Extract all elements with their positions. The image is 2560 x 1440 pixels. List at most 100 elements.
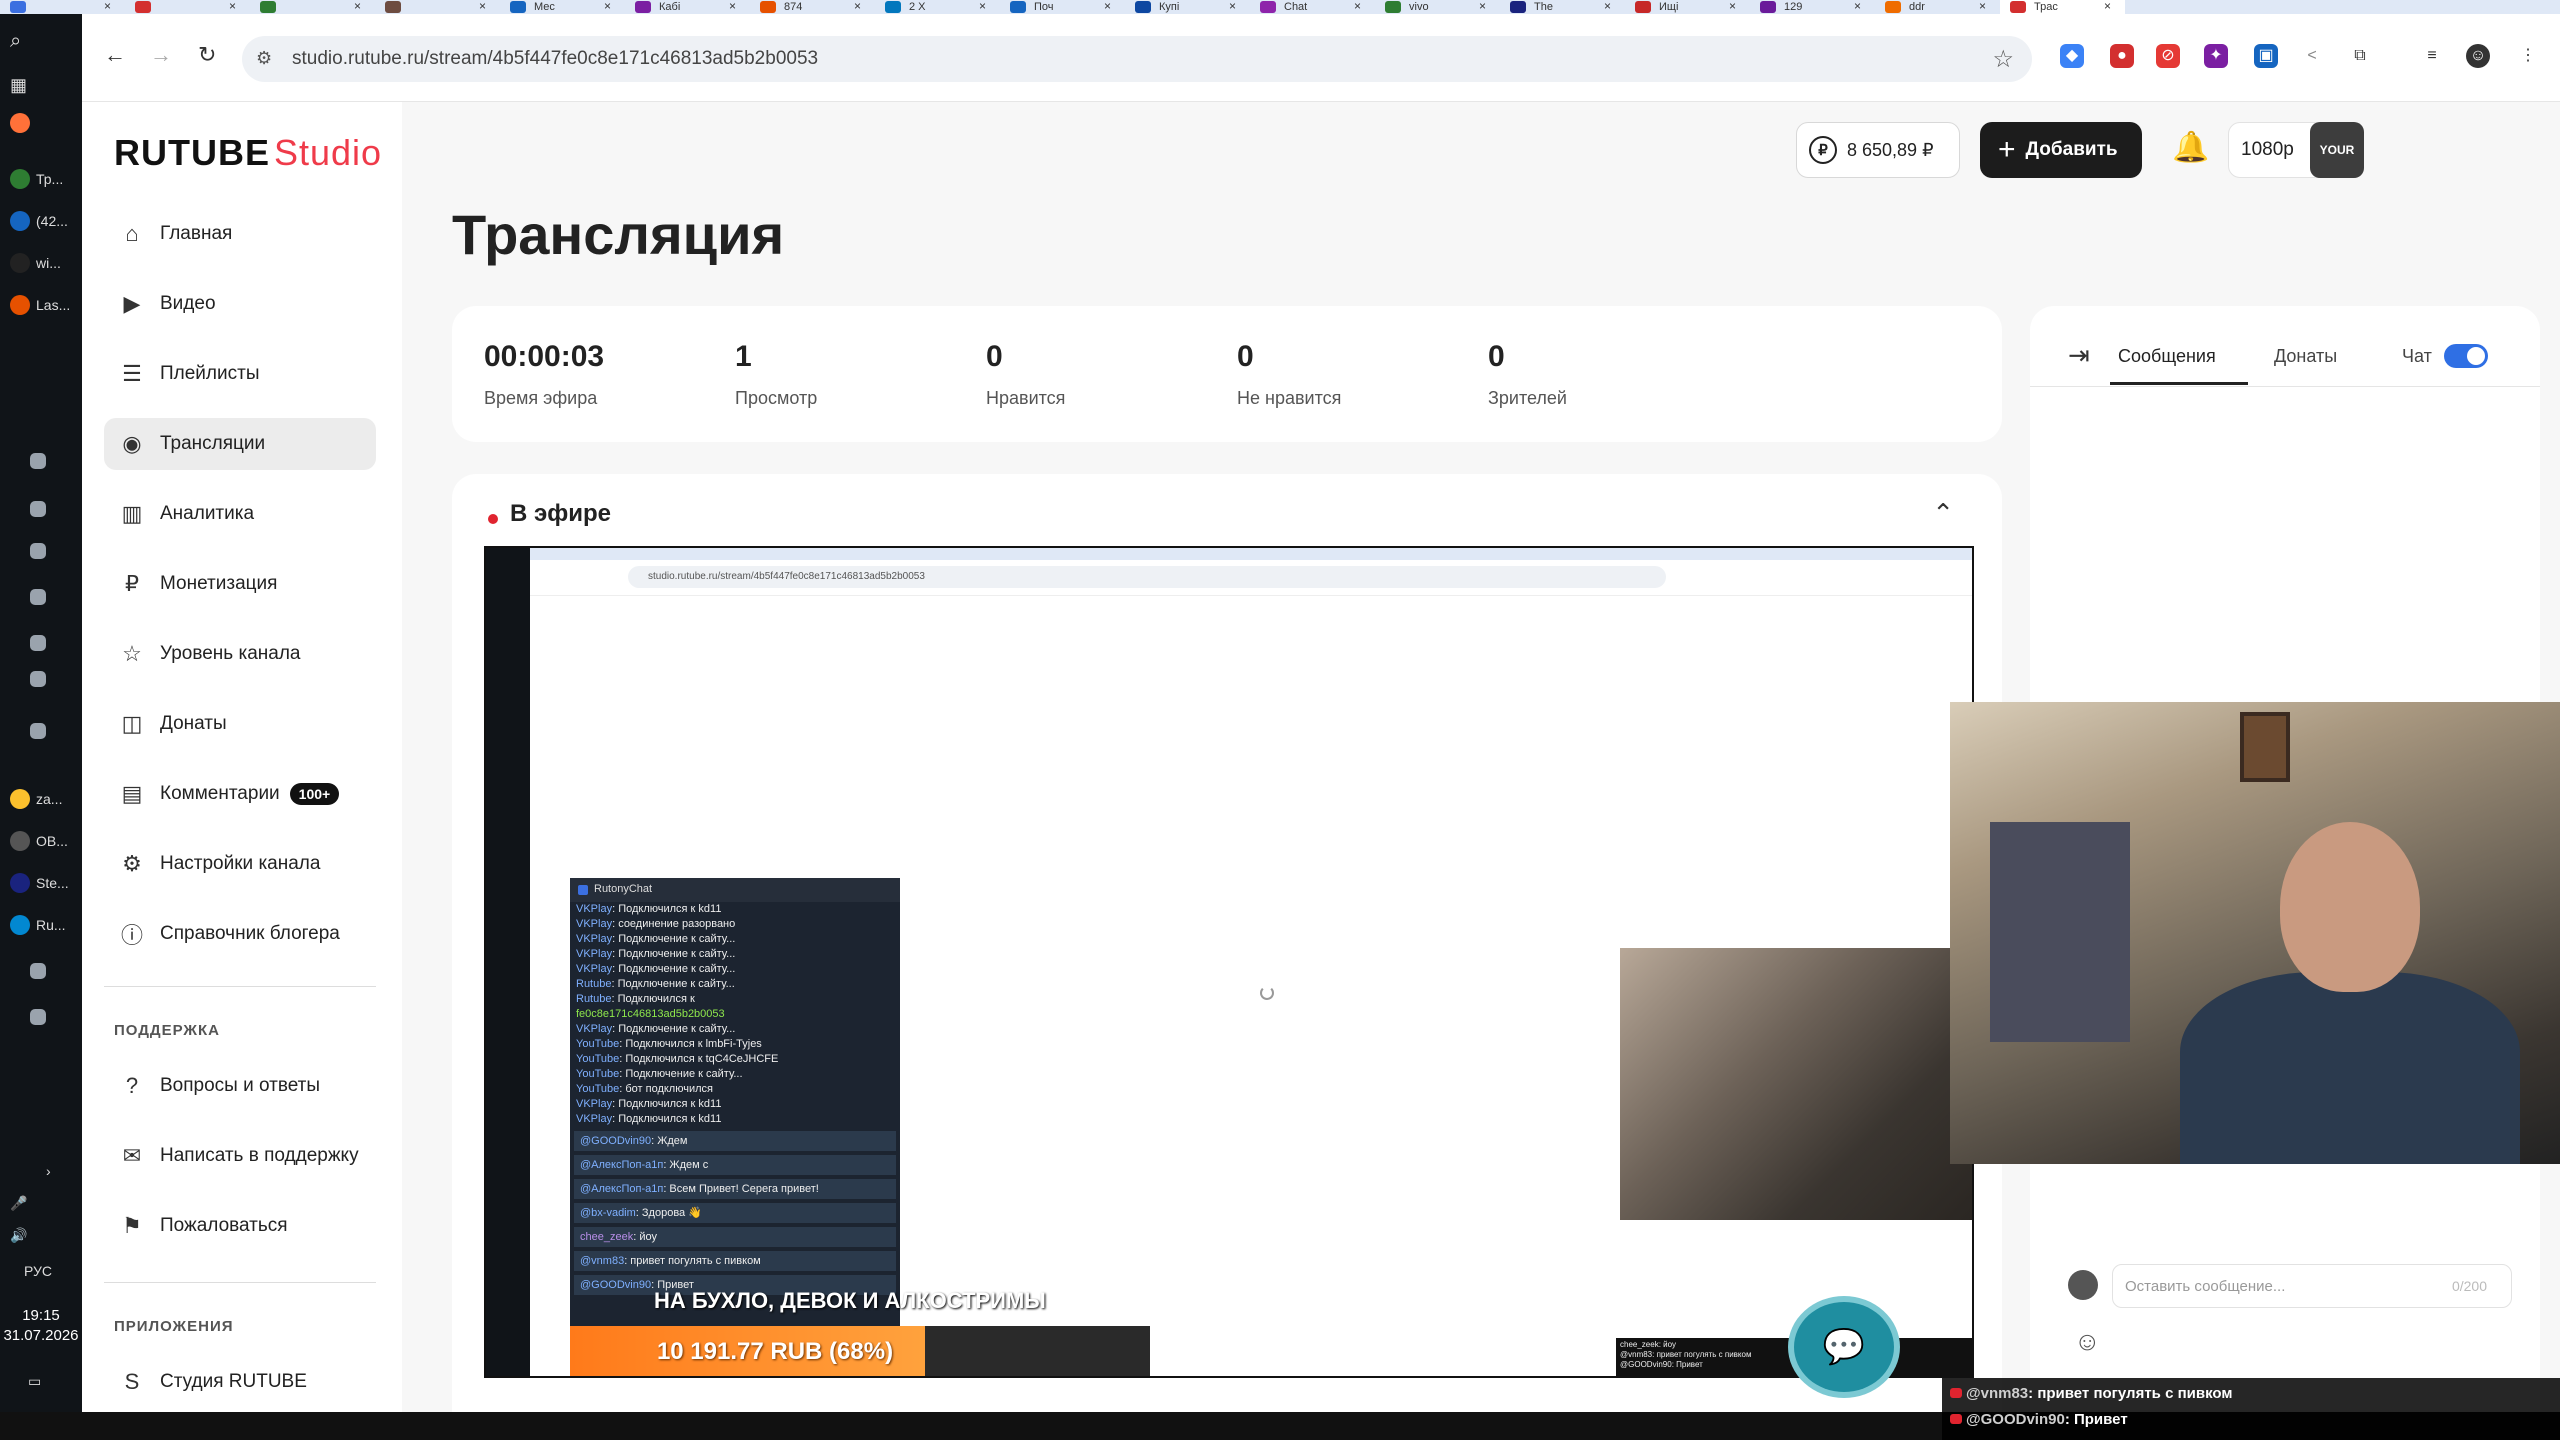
avatar[interactable]: YOUR bbox=[2310, 122, 2364, 178]
tab-close-icon[interactable]: × bbox=[1854, 0, 1861, 12]
browser-tab[interactable]: The × bbox=[1500, 0, 1625, 14]
site-info-icon[interactable]: ⚙ bbox=[256, 48, 272, 69]
emoji-icon[interactable]: ☺ bbox=[2074, 1326, 2101, 1357]
media-icon[interactable]: ≡ bbox=[2420, 44, 2444, 68]
stream-preview[interactable]: studio.rutube.ru/stream/4b5f447fe0c8e171… bbox=[484, 546, 1974, 1378]
share-icon[interactable]: < bbox=[2300, 44, 2324, 68]
tab-donates[interactable]: Донаты bbox=[2274, 346, 2337, 367]
browser-tab[interactable]: Купі × bbox=[1125, 0, 1250, 14]
os-app-icon[interactable] bbox=[0, 492, 82, 526]
sidebar-item-streams[interactable]: ◉ Трансляции bbox=[104, 418, 376, 470]
os-taskbar-item[interactable]: wi... bbox=[0, 246, 82, 280]
os-app-icon[interactable] bbox=[0, 534, 82, 568]
rutube-studio-logo[interactable]: RUTUBE Studio bbox=[114, 132, 382, 174]
sidebar-item-donates[interactable]: ◫ Донаты bbox=[104, 698, 376, 750]
bookmark-star-icon[interactable]: ☆ bbox=[1992, 45, 2014, 74]
tab-close-icon[interactable]: × bbox=[104, 0, 111, 12]
browser-tab[interactable]: Кабі × bbox=[625, 0, 750, 14]
browser-tab[interactable]: 2 Х × bbox=[875, 0, 1000, 14]
sidebar-item-studio-app[interactable]: S Студия RUTUBE bbox=[104, 1356, 376, 1408]
forward-icon[interactable]: → bbox=[150, 44, 172, 66]
os-app-icon[interactable] bbox=[0, 954, 82, 988]
browser-tab[interactable]: × bbox=[375, 0, 500, 14]
tab-close-icon[interactable]: × bbox=[1479, 0, 1486, 12]
os-app-icon[interactable] bbox=[0, 580, 82, 614]
sidebar-item-monetization[interactable]: ₽ Монетизация bbox=[104, 558, 376, 610]
tab-close-icon[interactable]: × bbox=[229, 0, 236, 12]
tab-close-icon[interactable]: × bbox=[979, 0, 986, 12]
os-taskbar-item[interactable]: Las... bbox=[0, 288, 82, 322]
os-app-icon[interactable] bbox=[0, 662, 82, 696]
os-app-icon[interactable] bbox=[0, 1000, 82, 1034]
address-bar[interactable]: ⚙ studio.rutube.ru/stream/4b5f447fe0c8e1… bbox=[242, 36, 2032, 82]
os-language[interactable]: РУС bbox=[0, 1254, 82, 1288]
os-app-icon[interactable] bbox=[0, 106, 82, 140]
os-app-icon[interactable] bbox=[0, 714, 82, 748]
os-mic-icon[interactable]: 🎤 bbox=[0, 1186, 82, 1220]
sidebar-item-faq[interactable]: ? Вопросы и ответы bbox=[104, 1060, 376, 1112]
collapse-panel-icon[interactable]: ⇥ bbox=[2068, 340, 2090, 371]
tab-close-icon[interactable]: × bbox=[2104, 0, 2111, 12]
browser-tab[interactable]: ddr × bbox=[1875, 0, 2000, 14]
browser-tab[interactable]: × bbox=[250, 0, 375, 14]
profile-icon[interactable]: ☺ bbox=[2466, 44, 2490, 68]
chat-message-input[interactable]: Оставить сообщение... 0/200 bbox=[2112, 1264, 2512, 1308]
sidebar-item-video[interactable]: ▶ Видео bbox=[104, 278, 376, 330]
extensions-puzzle-icon[interactable]: ⧉ bbox=[2348, 44, 2372, 68]
tab-close-icon[interactable]: × bbox=[1979, 0, 1986, 12]
chat-toggle[interactable] bbox=[2444, 344, 2488, 368]
os-taskbar-item[interactable]: Ru... bbox=[0, 908, 82, 942]
extension-icon[interactable]: ⊘ bbox=[2156, 44, 2180, 68]
os-volume-icon[interactable]: 🔊 bbox=[0, 1218, 82, 1252]
tab-messages[interactable]: Сообщения bbox=[2118, 346, 2216, 367]
os-taskview-icon[interactable]: ▦ bbox=[0, 68, 82, 102]
extension-icon[interactable]: ◆ bbox=[2060, 44, 2084, 68]
tab-close-icon[interactable]: × bbox=[479, 0, 486, 12]
os-app-icon[interactable] bbox=[0, 626, 82, 660]
os-taskbar-item[interactable]: Тр... bbox=[0, 162, 82, 196]
add-button[interactable]: + Добавить bbox=[1980, 122, 2142, 178]
sidebar-item-analytics[interactable]: ▥ Аналитика bbox=[104, 488, 376, 540]
os-taskbar-item[interactable]: Ste... bbox=[0, 866, 82, 900]
sidebar-item-comments[interactable]: ▤ Комментарии 100+ bbox=[104, 768, 376, 820]
tab-close-icon[interactable]: × bbox=[729, 0, 736, 12]
collapse-chevron-up-icon[interactable]: ⌃ bbox=[1932, 498, 1954, 529]
browser-tab[interactable]: 129 × bbox=[1750, 0, 1875, 14]
sidebar-item-channel-settings[interactable]: ⚙ Настройки канала bbox=[104, 838, 376, 890]
tab-close-icon[interactable]: × bbox=[1604, 0, 1611, 12]
browser-tab[interactable]: Трас × bbox=[2000, 0, 2125, 14]
browser-tab[interactable]: × bbox=[0, 0, 125, 14]
balance-button[interactable]: ₽8 650,89 ₽ bbox=[1796, 122, 1960, 178]
tab-close-icon[interactable]: × bbox=[354, 0, 361, 12]
os-taskbar-item[interactable]: za... bbox=[0, 782, 82, 816]
browser-tab[interactable]: Поч × bbox=[1000, 0, 1125, 14]
tab-close-icon[interactable]: × bbox=[854, 0, 861, 12]
sidebar-item-playlists[interactable]: ☰ Плейлисты bbox=[104, 348, 376, 400]
browser-tab[interactable]: × bbox=[125, 0, 250, 14]
extension-icon[interactable]: ● bbox=[2110, 44, 2134, 68]
support-chat-button[interactable]: 💬 bbox=[1794, 1302, 1894, 1392]
os-search-icon[interactable]: ⌕ bbox=[0, 24, 82, 58]
extension-icon[interactable]: ▣ bbox=[2254, 44, 2278, 68]
tab-close-icon[interactable]: × bbox=[604, 0, 611, 12]
os-taskbar-item[interactable]: (42... bbox=[0, 204, 82, 238]
tab-close-icon[interactable]: × bbox=[1354, 0, 1361, 12]
extension-icon[interactable]: ✦ bbox=[2204, 44, 2228, 68]
sidebar-item-home[interactable]: ⌂ Главная bbox=[104, 208, 376, 260]
os-notifications-icon[interactable]: ▭ bbox=[0, 1364, 82, 1398]
sidebar-item-report[interactable]: ⚑ Пожаловаться bbox=[104, 1200, 376, 1252]
sidebar-item-channel-level[interactable]: ☆ Уровень канала bbox=[104, 628, 376, 680]
os-clock[interactable]: 19:15 31.07.2026 bbox=[0, 1306, 82, 1346]
os-taskbar-item[interactable]: OB... bbox=[0, 824, 82, 858]
notifications-bell-icon[interactable]: 🔔 bbox=[2172, 130, 2209, 165]
browser-tab[interactable]: Chat × bbox=[1250, 0, 1375, 14]
reload-icon[interactable]: ↻ bbox=[198, 44, 216, 66]
sidebar-item-write-support[interactable]: ✉ Написать в поддержку bbox=[104, 1130, 376, 1182]
tab-close-icon[interactable]: × bbox=[1104, 0, 1111, 12]
browser-tab[interactable]: Мес × bbox=[500, 0, 625, 14]
tab-close-icon[interactable]: × bbox=[1229, 0, 1236, 12]
browser-menu-icon[interactable]: ⋮ bbox=[2516, 44, 2540, 68]
tab-close-icon[interactable]: × bbox=[1729, 0, 1736, 12]
os-app-icon[interactable] bbox=[0, 444, 82, 478]
sidebar-item-blogger-guide[interactable]: ⓘ Справочник блогера bbox=[104, 908, 376, 960]
